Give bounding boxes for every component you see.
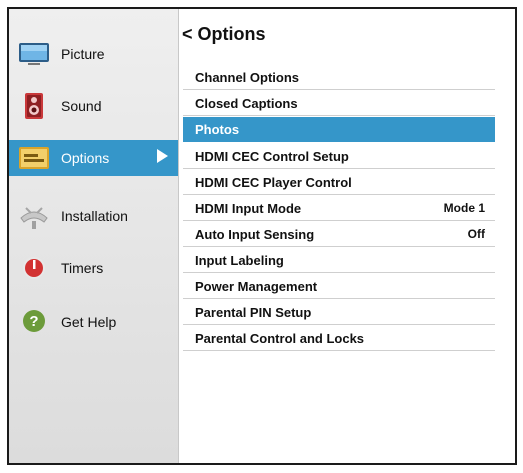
help-icon: ?	[17, 307, 51, 337]
sidebar-item-sound[interactable]: Sound	[9, 88, 178, 124]
speaker-icon	[17, 91, 51, 121]
sidebar-item-options[interactable]: Options	[9, 140, 178, 176]
menu-item-hdmi-cec-control-setup[interactable]: HDMI CEC Control Setup	[183, 144, 495, 169]
menu-item-parental-control-and-locks[interactable]: Parental Control and Locks	[183, 326, 495, 351]
satellite-dish-icon	[17, 201, 51, 231]
menu-item-label: Closed Captions	[195, 95, 298, 111]
sidebar-item-label: Get Help	[61, 314, 117, 330]
sidebar-item-label: Sound	[61, 98, 102, 114]
menu-item-label: HDMI Input Mode	[195, 200, 302, 216]
menu-item-label: Auto Input Sensing	[195, 226, 315, 242]
sidebar-item-label: Installation	[61, 208, 128, 224]
menu-item-label: HDMI CEC Player Control	[195, 174, 352, 190]
menu-item-label: Channel Options	[195, 69, 299, 85]
svg-text:?: ?	[29, 313, 38, 330]
menu-item-label: Photos	[195, 121, 240, 137]
menu-item-label: Power Management	[195, 278, 318, 294]
menu-item-label: HDMI CEC Control Setup	[195, 148, 349, 164]
sidebar-item-label: Picture	[61, 46, 105, 62]
page-title: Options	[197, 24, 266, 44]
menu-item-input-labeling[interactable]: Input Labeling	[183, 248, 495, 273]
menu-item-parental-pin-setup[interactable]: Parental PIN Setup	[183, 300, 495, 325]
sidebar-item-label: Timers	[61, 260, 104, 276]
menu-item-hdmi-input-mode[interactable]: HDMI Input Mode Mode 1	[183, 196, 495, 221]
chevron-right-icon	[157, 149, 168, 163]
menu-item-photos[interactable]: Photos	[183, 117, 495, 142]
menu-item-hdmi-cec-player-control[interactable]: HDMI CEC Player Control	[183, 170, 495, 195]
menu-item-closed-captions[interactable]: Closed Captions	[183, 91, 495, 116]
page-title-bar: < Options	[182, 24, 266, 45]
sidebar-item-picture[interactable]: Picture	[9, 36, 178, 72]
sidebar: Picture Sound Options Installation Timer…	[9, 9, 179, 463]
timer-icon	[17, 253, 51, 283]
tv-icon	[17, 39, 51, 69]
back-button[interactable]: <	[182, 24, 193, 44]
options-panel: < Options Channel Options Closed Caption…	[179, 9, 515, 463]
menu-item-power-management[interactable]: Power Management	[183, 274, 495, 299]
menu-item-channel-options[interactable]: Channel Options	[183, 65, 495, 90]
sidebar-item-get-help[interactable]: ? Get Help	[9, 304, 178, 340]
menu-item-value: Off	[467, 227, 485, 241]
menu-item-label: Input Labeling	[195, 252, 284, 268]
menu-item-label: Parental Control and Locks	[195, 330, 365, 346]
sidebar-item-timers[interactable]: Timers	[9, 250, 178, 286]
options-icon	[17, 143, 51, 173]
menu-item-value: Mode 1	[443, 201, 485, 215]
menu-item-auto-input-sensing[interactable]: Auto Input Sensing Off	[183, 222, 495, 247]
menu-item-label: Parental PIN Setup	[195, 304, 312, 320]
sidebar-item-label: Options	[61, 150, 110, 166]
settings-window: Picture Sound Options Installation Timer…	[7, 7, 517, 465]
sidebar-item-installation[interactable]: Installation	[9, 198, 178, 234]
